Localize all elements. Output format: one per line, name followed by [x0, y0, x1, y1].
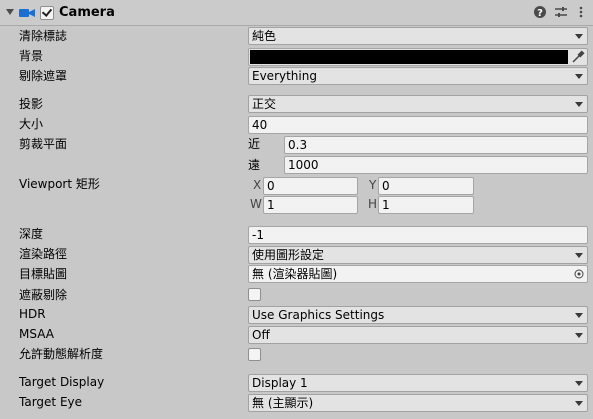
viewport-rect-label: Viewport 矩形 [19, 177, 100, 191]
size-label: 大小 [19, 117, 44, 131]
hdr-value: Use Graphics Settings [252, 308, 385, 322]
chevron-down-icon [575, 401, 583, 406]
near-input[interactable]: 0.3 [284, 136, 588, 154]
culling-mask-label: 剔除遮罩 [19, 69, 68, 83]
chevron-down-icon [575, 333, 583, 338]
viewport-x-input[interactable]: 0 [263, 177, 358, 195]
eyedropper-icon[interactable] [570, 50, 585, 64]
background-color-field[interactable] [248, 48, 588, 66]
component-header: Camera ? [0, 0, 593, 26]
projection-label: 投影 [19, 97, 44, 111]
clear-flags-value: 純色 [252, 29, 277, 43]
hdr-label: HDR [19, 307, 46, 321]
target-eye-label: Target Eye [19, 395, 83, 409]
object-picker-icon[interactable] [574, 269, 584, 279]
kebab-menu-icon[interactable] [574, 5, 588, 19]
viewport-h-label[interactable]: H [368, 195, 377, 213]
target-eye-value: 無 (主顯示) [252, 396, 314, 410]
target-texture-field[interactable]: 無 (渲染器貼圖) [248, 265, 588, 283]
rendering-path-label: 渲染路徑 [19, 247, 68, 261]
near-label: 近 [248, 137, 261, 151]
svg-text:?: ? [537, 8, 543, 19]
camera-icon [19, 9, 35, 17]
depth-label: 深度 [19, 227, 44, 241]
culling-mask-dropdown[interactable]: Everything [248, 67, 588, 85]
target-display-dropdown[interactable]: Display 1 [248, 374, 588, 392]
msaa-value: Off [252, 328, 270, 342]
msaa-label: MSAA [19, 327, 54, 341]
viewport-y-label[interactable]: Y [369, 176, 376, 194]
target-texture-value: 無 (渲染器貼圖) [252, 267, 338, 281]
far-label: 遠 [248, 158, 261, 172]
component-enabled-checkbox[interactable] [40, 6, 54, 20]
rendering-path-value: 使用圖形設定 [252, 248, 325, 262]
culling-mask-value: Everything [252, 69, 317, 83]
dynamic-resolution-label: 允許動態解析度 [19, 347, 104, 361]
clear-flags-label: 清除標誌 [19, 29, 68, 43]
projection-dropdown[interactable]: 正交 [248, 95, 588, 113]
chevron-down-icon [575, 253, 583, 258]
chevron-down-icon [575, 74, 583, 79]
far-input[interactable]: 1000 [284, 156, 588, 174]
hdr-dropdown[interactable]: Use Graphics Settings [248, 306, 588, 324]
dynamic-resolution-checkbox[interactable] [248, 348, 261, 361]
viewport-w-label[interactable]: W [250, 195, 262, 213]
presets-icon[interactable] [554, 5, 568, 19]
msaa-dropdown[interactable]: Off [248, 326, 588, 344]
clear-flags-dropdown[interactable]: 純色 [248, 27, 588, 45]
occlusion-culling-label: 遮蔽剔除 [19, 288, 68, 302]
background-label: 背景 [19, 49, 44, 63]
viewport-w-input[interactable]: 1 [263, 196, 358, 214]
help-icon[interactable]: ? [533, 5, 547, 19]
viewport-y-input[interactable]: 0 [378, 177, 474, 195]
depth-input[interactable]: -1 [248, 226, 588, 244]
chevron-down-icon [575, 313, 583, 318]
projection-value: 正交 [252, 97, 277, 111]
background-color-swatch[interactable] [250, 50, 568, 64]
target-eye-dropdown[interactable]: 無 (主顯示) [248, 394, 588, 412]
viewport-h-input[interactable]: 1 [378, 196, 474, 214]
clipping-planes-label: 剪裁平面 [19, 137, 68, 151]
rendering-path-dropdown[interactable]: 使用圖形設定 [248, 246, 588, 264]
chevron-down-icon [575, 381, 583, 386]
chevron-down-icon [575, 34, 583, 39]
target-display-value: Display 1 [252, 376, 308, 390]
viewport-x-label[interactable]: X [253, 176, 261, 194]
component-title: Camera [59, 5, 115, 20]
target-texture-label: 目標貼圖 [19, 267, 68, 281]
size-input[interactable]: 40 [248, 116, 588, 134]
chevron-down-icon [575, 102, 583, 107]
target-display-label: Target Display [19, 375, 105, 389]
foldout-arrow-icon[interactable] [6, 9, 14, 15]
occlusion-culling-checkbox[interactable] [248, 288, 261, 301]
